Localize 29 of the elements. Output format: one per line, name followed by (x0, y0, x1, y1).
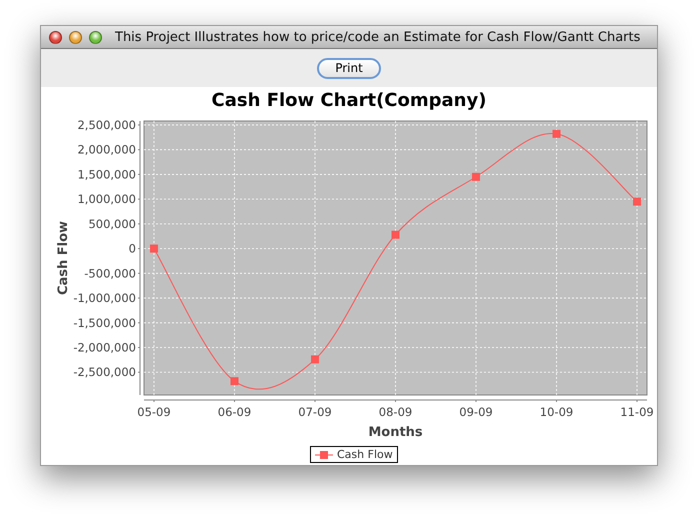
y-tick-label: -500,000 (84, 266, 136, 280)
y-tick-label: -2,500,000 (73, 365, 136, 380)
legend-marker-icon (315, 450, 333, 460)
x-tick-label: 11-09 (620, 405, 654, 419)
y-tick-label: 1,500,000 (77, 167, 136, 182)
y-tick-label: 2,500,000 (77, 118, 136, 132)
chart-title: Cash Flow Chart(Company) (210, 90, 488, 113)
x-tick-label: 08-09 (378, 405, 412, 419)
close-button[interactable] (49, 30, 62, 44)
minimize-button[interactable] (69, 30, 82, 44)
x-tick-label: 09-09 (459, 405, 493, 419)
y-axis-title: Cash Flow (56, 220, 71, 296)
y-tick-label: -2,000,000 (73, 340, 136, 355)
x-tick-label: 10-09 (540, 405, 574, 419)
x-tick-label: 06-09 (218, 405, 252, 419)
window-title: This Project Illustrates how to price/code an Estimate for Cash Flow/Gantt Charts (115, 30, 640, 44)
x-tick-label: 07-09 (298, 405, 332, 419)
x-tick-label: 05-09 (137, 405, 171, 419)
zoom-button[interactable] (89, 30, 102, 44)
y-tick-label: 2,000,000 (77, 142, 136, 157)
x-axis-title: Months (368, 425, 423, 440)
print-button[interactable]: Print (317, 58, 381, 78)
y-tick-label: -1,500,000 (73, 316, 136, 330)
legend-label: Cash Flow (337, 448, 393, 461)
y-tick-label: -1,000,000 (73, 291, 136, 306)
y-tick-label: 500,000 (88, 216, 136, 231)
data-point (633, 198, 642, 206)
y-tick-label: 1,000,000 (77, 192, 136, 206)
y-tick-label: 0 (128, 242, 136, 256)
